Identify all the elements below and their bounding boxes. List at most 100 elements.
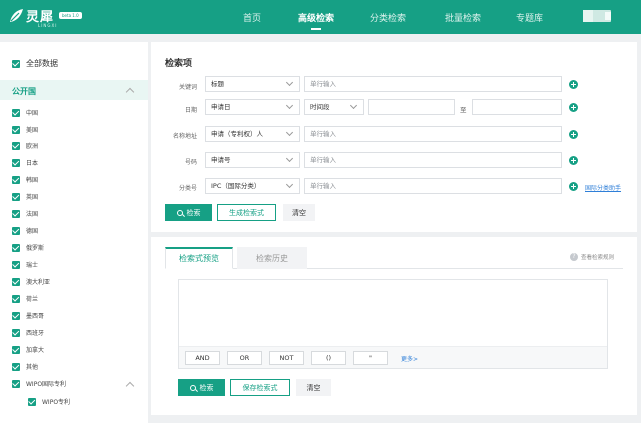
checkbox-checked-icon[interactable] [12, 311, 20, 320]
user-avatar[interactable] [583, 10, 611, 22]
checkbox-checked-icon[interactable] [12, 192, 20, 201]
add-condition-icon[interactable] [569, 156, 578, 165]
date-start-input[interactable] [368, 99, 455, 115]
app-logo[interactable]: 灵犀 beta 1.0 LINGXI [8, 6, 82, 28]
nav-classification-search[interactable]: 分类检索 [370, 11, 406, 24]
country-item[interactable]: 俄罗斯 [12, 243, 44, 252]
operator-parentheses-button[interactable]: () [311, 351, 346, 365]
add-condition-icon[interactable] [569, 103, 578, 112]
wipo-group-label: WIPO国际专利 [26, 381, 67, 388]
date-range-separator: 至 [460, 106, 467, 114]
checkbox-checked-icon[interactable] [12, 277, 20, 286]
preview-search-button[interactable]: 检索 [178, 379, 225, 396]
wipo-group-item[interactable]: WIPO国际专利 [12, 379, 66, 388]
date-end-input[interactable] [472, 99, 562, 115]
operator-or-button[interactable]: OR [227, 351, 262, 365]
date-type-select[interactable]: 申请日 [205, 99, 300, 115]
checkbox-checked-icon[interactable] [12, 260, 20, 269]
name-input[interactable]: 单行输入 [304, 126, 562, 142]
all-data-checkbox[interactable]: 全部数据 [12, 58, 58, 69]
checkbox-checked-icon[interactable] [12, 243, 20, 252]
country-label: 中国 [26, 110, 39, 117]
checkbox-checked-icon[interactable] [12, 345, 20, 354]
search-button[interactable]: 检索 [165, 204, 212, 221]
nav-batch-search[interactable]: 批量检索 [445, 11, 481, 24]
keyword-field-select[interactable]: 标题 [205, 76, 300, 92]
country-label: 澳大利亚 [26, 279, 51, 286]
checkbox-checked-icon[interactable] [28, 397, 36, 406]
country-item[interactable]: 德国 [12, 226, 38, 235]
wipo-sub-item[interactable]: WIPO专利 [28, 397, 70, 406]
country-item[interactable]: 西班牙 [12, 328, 44, 337]
country-label: 美国 [26, 127, 39, 134]
add-condition-icon[interactable] [569, 182, 578, 191]
country-item[interactable]: 中国 [12, 108, 38, 117]
country-section-header[interactable]: 公开国 [0, 80, 148, 100]
tab-query-preview[interactable]: 检索式预览 [165, 247, 233, 269]
checkbox-checked-icon[interactable] [12, 379, 20, 388]
country-section-label: 公开国 [12, 87, 36, 96]
nav-advanced-search[interactable]: 高级检索 [298, 11, 334, 24]
add-condition-icon[interactable] [569, 130, 578, 139]
chevron-down-icon [285, 180, 294, 189]
filter-sidebar: 全部数据 公开国 中国 美国 欧洲 日本 韩国 英国 法国 德国 俄罗斯 瑞士 … [0, 42, 148, 423]
add-condition-icon[interactable] [569, 80, 578, 89]
number-input[interactable]: 单行输入 [304, 152, 562, 168]
operator-quote-button[interactable]: " [353, 351, 388, 365]
checkbox-checked-icon[interactable] [12, 362, 20, 371]
save-query-button[interactable]: 保存检索式 [230, 379, 290, 396]
generate-query-button[interactable]: 生成检索式 [217, 204, 276, 221]
country-label: 瑞士 [26, 262, 39, 269]
country-item[interactable]: 荷兰 [12, 294, 38, 303]
chevron-down-icon [285, 128, 294, 137]
country-item[interactable]: 欧洲 [12, 141, 38, 150]
search-rules-help[interactable]: ? 查看检索规则 [570, 253, 614, 261]
country-item[interactable]: 澳大利亚 [12, 277, 50, 286]
checkbox-checked-icon[interactable] [12, 175, 20, 184]
checkbox-checked-icon[interactable] [12, 59, 20, 68]
country-label: 法国 [26, 211, 39, 218]
operator-and-button[interactable]: AND [185, 351, 220, 365]
checkbox-checked-icon[interactable] [12, 294, 20, 303]
classification-input[interactable]: 单行输入 [304, 178, 562, 194]
country-item[interactable]: 韩国 [12, 175, 38, 184]
collapse-chevron-icon[interactable] [125, 381, 135, 391]
country-item[interactable]: 其他 [12, 362, 38, 371]
query-editor[interactable]: AND OR NOT () " 更多> [178, 279, 608, 369]
nav-home[interactable]: 首页 [243, 11, 261, 24]
checkbox-checked-icon[interactable] [12, 209, 20, 218]
checkbox-checked-icon[interactable] [12, 158, 20, 167]
name-field-select[interactable]: 申请（专利权）人 [205, 126, 300, 142]
name-address-label: 名称地址 [172, 133, 197, 140]
country-item[interactable]: 美国 [12, 125, 38, 134]
operator-not-button[interactable]: NOT [269, 351, 304, 365]
classification-field-select[interactable]: IPC（国际分类） [205, 178, 300, 194]
country-item[interactable]: 墨西哥 [12, 311, 44, 320]
nav-topic-library[interactable]: 专题库 [516, 11, 543, 24]
all-data-label: 全部数据 [26, 59, 58, 68]
checkbox-checked-icon[interactable] [12, 108, 20, 117]
tab-search-history[interactable]: 检索历史 [237, 247, 307, 269]
operator-toolbar: AND OR NOT () " 更多> [179, 346, 607, 368]
classification-helper-link[interactable]: 国际分类助手 [585, 183, 621, 192]
country-label: 欧洲 [26, 143, 39, 150]
country-label: 俄罗斯 [26, 245, 45, 252]
country-item[interactable]: 英国 [12, 192, 38, 201]
country-item[interactable]: 瑞士 [12, 260, 38, 269]
preview-clear-button[interactable]: 清空 [296, 379, 331, 396]
number-field-select[interactable]: 申请号 [205, 152, 300, 168]
more-operators-link[interactable]: 更多> [401, 354, 418, 363]
date-mode-select[interactable]: 时间段 [304, 99, 364, 115]
checkbox-checked-icon[interactable] [12, 141, 20, 150]
checkbox-checked-icon[interactable] [12, 328, 20, 337]
country-label: 加拿大 [26, 347, 45, 354]
country-item[interactable]: 日本 [12, 158, 38, 167]
collapse-chevron-icon[interactable] [125, 87, 135, 97]
country-item[interactable]: 加拿大 [12, 345, 44, 354]
checkbox-checked-icon[interactable] [12, 226, 20, 235]
keyword-input[interactable]: 单行输入 [304, 76, 562, 92]
chevron-down-icon [349, 101, 358, 110]
country-item[interactable]: 法国 [12, 209, 38, 218]
clear-button[interactable]: 清空 [283, 204, 315, 221]
checkbox-checked-icon[interactable] [12, 125, 20, 134]
